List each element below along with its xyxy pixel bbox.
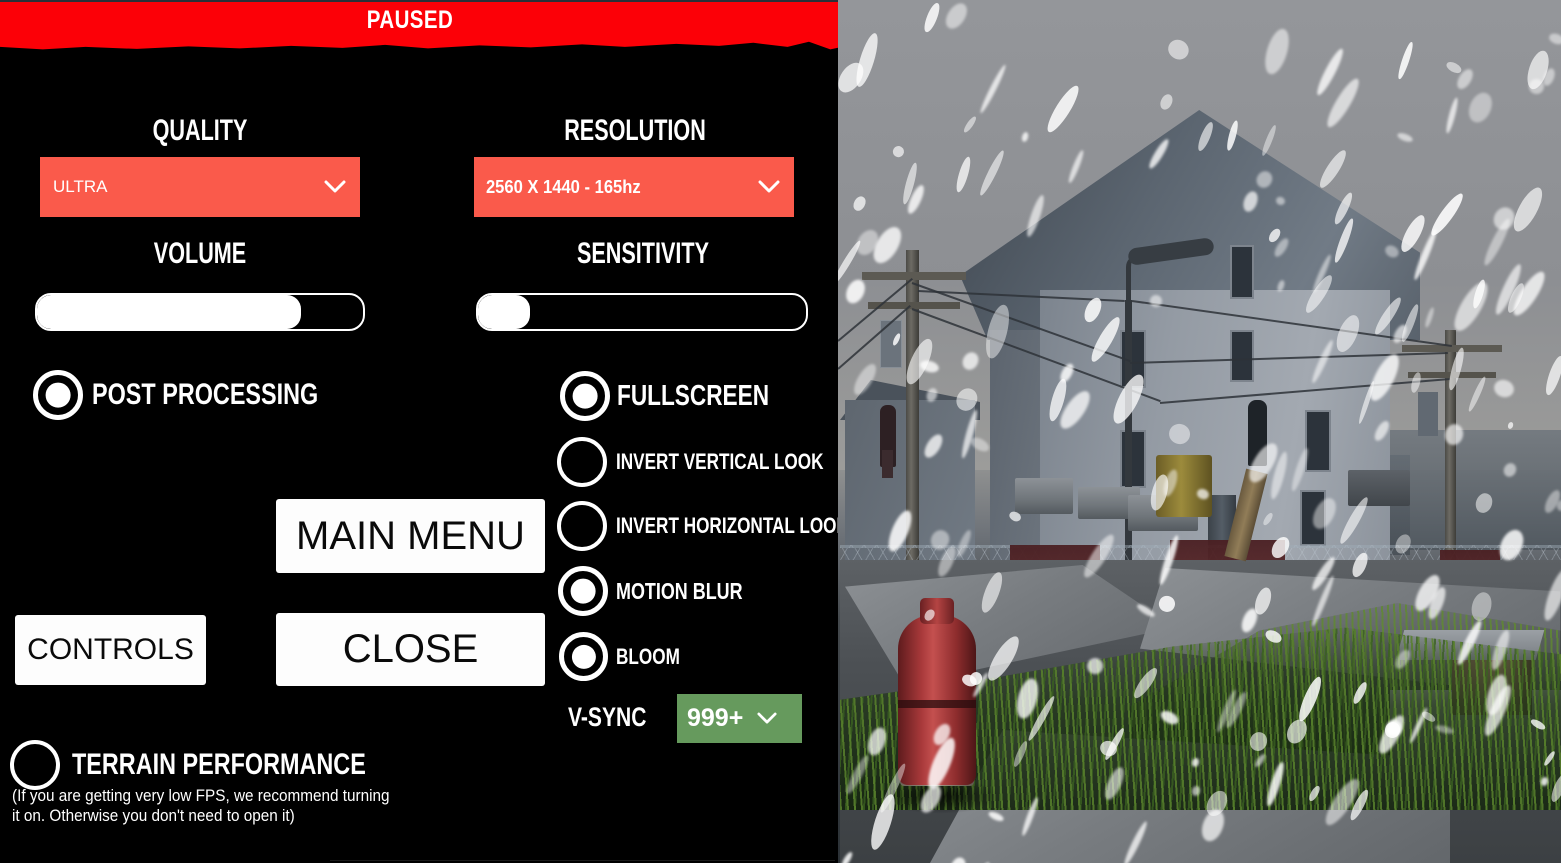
radio-icon [33, 370, 83, 420]
toggle-fullscreen[interactable]: FULLSCREEN [560, 371, 812, 421]
chevron-down-icon [754, 172, 784, 202]
volume-heading: VOLUME [153, 237, 247, 270]
terrain-performance-note: (If you are getting very low FPS, we rec… [12, 786, 390, 825]
resolution-heading: RESOLUTION [564, 114, 706, 147]
toggle-motion-blur[interactable]: MOTION BLUR [558, 566, 778, 616]
character-leg [882, 450, 893, 478]
utility-pole [1445, 330, 1456, 580]
utility-pole-crossarm [1408, 372, 1496, 378]
resolution-dropdown[interactable]: 2560 X 1440 - 165hz [474, 157, 794, 217]
toggle-invert-vertical-look[interactable]: INVERT VERTICAL LOOK [557, 437, 838, 487]
radio-icon [10, 740, 60, 790]
volume-slider-fill [37, 295, 302, 329]
game-pause-screen: PAUSED QUALITY ULTRA RESOLUTION 2560 X 1… [0, 0, 1561, 863]
quality-dropdown[interactable]: ULTRA [40, 157, 360, 217]
sensitivity-heading: SENSITIVITY [576, 237, 710, 270]
bloom-label: BLOOM [616, 643, 680, 669]
quality-selected-value: ULTRA [53, 177, 108, 196]
chevron-down-icon [320, 172, 350, 202]
house-window [1305, 410, 1331, 472]
post-processing-label: POST PROCESSING [92, 378, 319, 411]
character-silhouette [1248, 400, 1267, 466]
house-window [1230, 330, 1254, 382]
transformer-box [1418, 392, 1438, 436]
resolution-selected-value: 2560 X 1440 - 165hz [485, 176, 641, 197]
main-menu-button[interactable]: MAIN MENU [276, 499, 545, 573]
concrete-block [1348, 470, 1410, 506]
invert-vertical-label: INVERT VERTICAL LOOK [616, 449, 824, 474]
oil-barrel [1156, 455, 1212, 517]
pause-menu-panel: PAUSED QUALITY ULTRA RESOLUTION 2560 X 1… [0, 0, 838, 863]
radio-icon [559, 632, 608, 681]
utility-pole-crossarm [1402, 345, 1502, 352]
toggle-bloom[interactable]: BLOOM [559, 632, 698, 681]
radio-icon [558, 566, 608, 616]
radio-icon [557, 437, 607, 487]
controls-button[interactable]: CONTROLS [15, 615, 206, 685]
close-button[interactable]: CLOSE [276, 613, 545, 686]
toggle-invert-horizontal-look[interactable]: INVERT HORIZONTAL LOOK [557, 501, 838, 551]
utility-pole [906, 250, 919, 580]
volume-slider[interactable] [35, 293, 365, 331]
terrain-performance-label: TERRAIN PERFORMANCE [72, 748, 366, 781]
panel-bottom-edge [330, 860, 835, 861]
motion-blur-label: MOTION BLUR [616, 577, 743, 604]
toggle-terrain-performance[interactable]: TERRAIN PERFORMANCE [10, 740, 449, 790]
toggle-post-processing[interactable]: POST PROCESSING [33, 370, 382, 420]
chevron-down-icon [753, 705, 781, 733]
fullscreen-label: FULLSCREEN [617, 379, 770, 412]
house-window [1120, 430, 1146, 488]
utility-pole-crossarm [862, 272, 966, 280]
sensitivity-slider[interactable] [476, 293, 808, 331]
invert-horizontal-label: INVERT HORIZONTAL LOOK [616, 513, 838, 538]
propane-tank-valve [920, 598, 954, 624]
radio-icon [557, 501, 607, 551]
paused-title: PAUSED [366, 6, 454, 34]
vsync-label: V-SYNC [568, 702, 647, 732]
vsync-selected-value: 999+ [687, 704, 744, 732]
vsync-dropdown[interactable]: 999+ [677, 694, 802, 743]
house-window [1230, 245, 1254, 299]
concrete-block [1015, 478, 1073, 514]
propane-tank-band [898, 700, 976, 708]
sensitivity-slider-fill [478, 295, 531, 329]
radio-icon [560, 371, 610, 421]
quality-heading: QUALITY [152, 114, 248, 147]
house-window [1300, 490, 1326, 546]
